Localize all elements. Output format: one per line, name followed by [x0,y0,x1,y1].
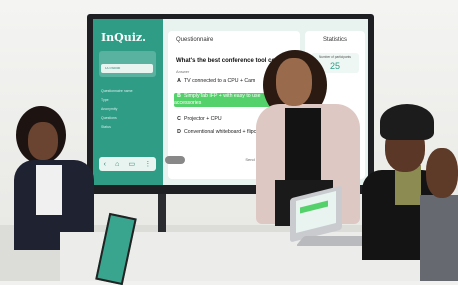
person-edge-face [426,148,458,198]
option-letter: A [177,78,181,84]
statistics-title: Statistics [322,37,347,43]
presenter-face [276,58,312,106]
meta-anonymity: Anonymity [101,107,118,111]
sidebar-nav: ‹ ⌂ ▭ ⋮ [99,157,156,171]
sidebar-code-pill[interactable]: 1A CS0000 [101,64,153,73]
meta-questionnaire-name: Questionnaire name [101,89,133,93]
meta-type: Type [101,98,109,102]
meta-questions: Questions [101,116,117,120]
person-right-headwrap [380,104,434,140]
meta-status: Status [101,125,111,129]
previous-button[interactable] [165,156,185,164]
display-stand-left [158,194,166,232]
back-icon[interactable]: ‹ [104,161,106,168]
answer-label: Answer [176,69,190,74]
person-left-face [28,122,58,160]
person-edge-body [420,195,458,281]
option-text: Projector + CPU [184,116,222,122]
option-letter: B [177,93,181,99]
app-logo: InQuiz. [101,31,146,44]
presenter-top [285,108,321,188]
option-letter: C [177,116,181,122]
person-left-shirt [36,165,62,215]
card-header: Questionnaire [176,37,214,43]
participants-label: Number of participants [318,55,352,59]
home-icon[interactable]: ⌂ [115,161,119,168]
option-letter: D [177,129,181,135]
option-text: TV connected to a CPU + Cam [184,78,256,84]
more-icon[interactable]: ⋮ [144,160,151,168]
option-text: SimplyTab IFP + with easy to use accesso… [174,93,261,106]
pages-icon[interactable]: ▭ [129,160,136,168]
app-sidebar: InQuiz. 1A CS0000 Questionnaire name Typ… [93,19,163,185]
